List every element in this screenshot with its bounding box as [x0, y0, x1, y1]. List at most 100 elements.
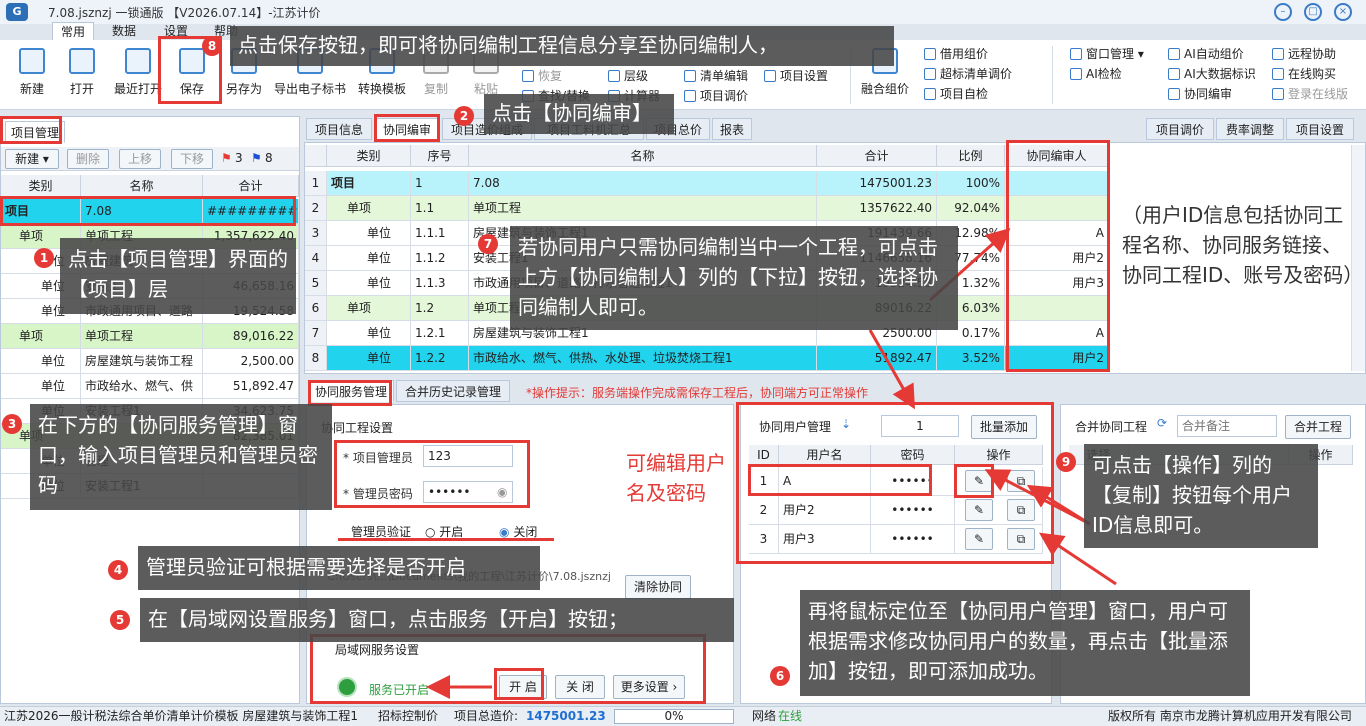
login-online-button[interactable]: 登录在线版: [1272, 84, 1348, 104]
highlight-admin-fields: [334, 440, 530, 508]
highlight-verify-underline: [338, 538, 554, 541]
grid-cell-seq: 1.1.2: [411, 246, 469, 270]
progress-bar: 0%: [614, 709, 734, 724]
tab-reports[interactable]: 报表: [712, 118, 752, 140]
highlight-user-a: [748, 464, 932, 496]
col-header-category: 类别: [327, 145, 411, 167]
tree-new-button[interactable]: 新建 ▾: [5, 149, 59, 169]
ai-check-button[interactable]: AI检检: [1070, 64, 1122, 84]
callout-step-5: 在【局域网设置服务】窗口，点击服务【开启】按钮；: [140, 598, 734, 642]
tree-header: 类别 名称 合计: [1, 175, 299, 197]
grid-cell-name: 7.08: [469, 171, 817, 195]
callout-step-4: 管理员验证可根据需要选择是否开启: [138, 546, 540, 590]
level-button[interactable]: 层级: [608, 66, 648, 86]
grid-cell-ratio: 100%: [937, 171, 1005, 195]
borrow-icon: [924, 48, 936, 60]
project-price-adjust-button[interactable]: 项目调价: [684, 86, 748, 106]
tab-rate-adjust[interactable]: 费率调整: [1216, 118, 1284, 140]
title-bar: G 7.08.jsznzj 一锁通版 【V2026.07.14】-江苏计价 – …: [0, 0, 1366, 24]
refresh-icon[interactable]: ⟳: [1157, 416, 1167, 430]
menu-tab-data[interactable]: 数据: [104, 22, 144, 40]
app-logo-icon: G: [6, 3, 28, 21]
self-check-button[interactable]: 项目自检: [924, 84, 988, 104]
tree-row[interactable]: 单位 房屋建筑与装饰工程 2,500.00: [1, 349, 299, 374]
grid-cell-category: 项目: [327, 171, 411, 195]
user-info-note: （用户ID信息包括协同工程名称、协同服务链接、协同工程ID、账号及密码）: [1122, 203, 1364, 287]
grid-cell-rownum: 2: [305, 196, 327, 220]
grid-header: 类别 序号 名称 合计 比例 协同编审人: [305, 145, 1351, 169]
ribbon-divider: [1052, 46, 1053, 104]
tree-delete-button[interactable]: 删除: [67, 149, 109, 169]
step-badge-4: 4: [108, 560, 128, 580]
undo-icon: [522, 70, 534, 82]
grid-cell-category: 单位: [327, 346, 411, 370]
gear-icon: [764, 70, 776, 82]
window-manage-button[interactable]: 窗口管理 ▾: [1070, 44, 1144, 64]
window-icon: [1070, 48, 1082, 60]
tree-cell-total: 89,016.22: [203, 324, 299, 348]
new-button[interactable]: 新建: [10, 46, 54, 97]
ai-bigdata-button[interactable]: AI大数据标识: [1168, 64, 1256, 84]
over-limit-adjust-button[interactable]: 超标清单调价: [924, 64, 1012, 84]
grid-cell-seq: 1.1: [411, 196, 469, 220]
open-button[interactable]: 打开: [60, 46, 104, 97]
blue-flag-icon: ⚑: [251, 151, 262, 165]
online-buy-button[interactable]: 在线购买: [1272, 64, 1336, 84]
grid-cell-rownum: 5: [305, 271, 327, 295]
window-title: 7.08.jsznzj 一锁通版 【V2026.07.14】-江苏计价: [48, 6, 321, 20]
grid-row[interactable]: 1 项目 1 7.08 1475001.23 100%: [305, 171, 1109, 196]
tree-row[interactable]: 单项 单项工程 89,016.22: [1, 324, 299, 349]
bottom-tab-bar: 协同服务管理 合并历史记录管理 *操作提示：服务端操作完成需保存工程后，协同端方…: [306, 380, 1206, 404]
progress-text: 0%: [664, 709, 684, 723]
project-settings-button[interactable]: 项目设置: [764, 66, 828, 86]
merge-note-input[interactable]: [1177, 415, 1277, 437]
tree-move-down-button[interactable]: 下移: [171, 149, 213, 169]
restore-button[interactable]: 恢复: [522, 66, 562, 86]
menu-tab-common[interactable]: 常用: [52, 22, 95, 40]
status-control-price: 招标控制价: [378, 709, 439, 723]
step-badge-7: 7: [478, 234, 498, 254]
check-icon: [924, 88, 936, 100]
red-flag-icon: ⚑: [221, 151, 232, 165]
tab-price-adjust[interactable]: 项目调价: [1146, 118, 1214, 140]
tab-project-info[interactable]: 项目信息: [306, 118, 372, 140]
col-header-total: 合计: [817, 145, 937, 167]
col-header-name: 名称: [81, 175, 203, 197]
grid-cell-category: 单位: [327, 246, 411, 270]
tree-cell-total: 2,500.00: [203, 349, 299, 373]
maximize-icon[interactable]: □: [1304, 3, 1322, 21]
clear-collab-button[interactable]: 清除协同: [625, 575, 691, 599]
merge-project-button[interactable]: 合并工程: [1285, 415, 1351, 439]
tree-cell-category: 单位: [1, 349, 81, 373]
tab-project-settings[interactable]: 项目设置: [1286, 118, 1354, 140]
grid-cell-seq: 1.2.1: [411, 321, 469, 345]
close-icon[interactable]: ×: [1334, 3, 1352, 21]
grid-cell-seq: 1.1.3: [411, 271, 469, 295]
ai-icon: [1070, 68, 1082, 80]
grid-row[interactable]: 8 单位 1.2.2 市政给水、燃气、供热、水处理、垃圾焚烧工程1 51892.47 3.…: [305, 346, 1109, 371]
network-label: 网络: [752, 709, 777, 723]
grid-cell-name: 单项工程: [469, 196, 817, 220]
status-template: 江苏2026一般计税法综合单价清单计价模板 房屋建筑与装饰工程1: [4, 709, 358, 723]
layers-icon: [608, 70, 620, 82]
highlight-project-tab: [0, 116, 62, 144]
step-badge-6: 6: [770, 666, 790, 686]
operation-hint: *操作提示：服务端操作完成需保存工程后，协同端方可正常操作: [526, 386, 869, 400]
grid-cell-rownum: 3: [305, 221, 327, 245]
step-badge-3: 3: [2, 414, 22, 434]
grid-cell-rownum: 7: [305, 321, 327, 345]
borrow-pricing-button[interactable]: 借用组价: [924, 44, 988, 64]
list-edit-button[interactable]: 清单编辑: [684, 66, 748, 86]
grid-row[interactable]: 2 单项 1.1 单项工程 1357622.40 92.04%: [305, 196, 1109, 221]
tab-merge-history[interactable]: 合并历史记录管理: [396, 380, 510, 402]
grid-cell-total: 1357622.40: [817, 196, 937, 220]
status-bar: 江苏2026一般计税法综合单价清单计价模板 房屋建筑与装饰工程1 招标控制价 项…: [0, 706, 1366, 726]
remote-assist-button[interactable]: 远程协助: [1272, 44, 1336, 64]
tree-row[interactable]: 单位 市政给水、燃气、供 51,892.47: [1, 374, 299, 399]
collab-review-button[interactable]: 协同编审: [1168, 84, 1232, 104]
ai-auto-pricing-button[interactable]: AI自动组价: [1168, 44, 1244, 64]
step-badge-1: 1: [34, 248, 54, 268]
clock-icon: [125, 48, 151, 74]
minimize-icon[interactable]: –: [1274, 3, 1292, 21]
tree-move-up-button[interactable]: 上移: [119, 149, 161, 169]
